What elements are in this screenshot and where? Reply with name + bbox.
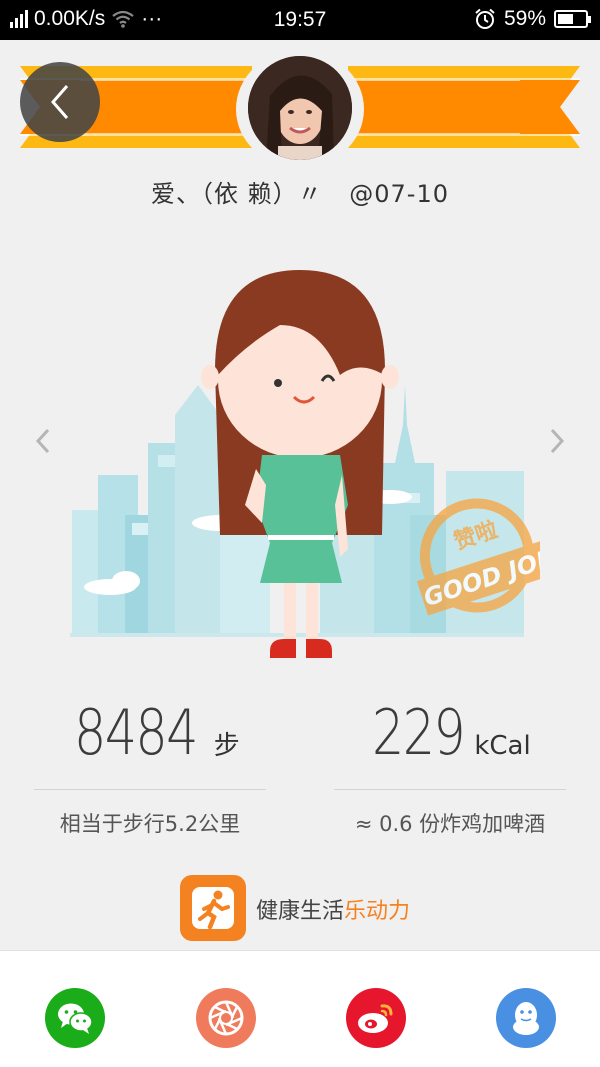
user-info: 爱、（依 赖）〃 @07-10 bbox=[0, 174, 600, 209]
brand-text-accent: 乐动力 bbox=[344, 899, 411, 924]
calories-divider bbox=[334, 789, 566, 790]
chevron-right-icon bbox=[550, 428, 565, 454]
battery-icon bbox=[554, 10, 591, 28]
app-logo bbox=[180, 875, 246, 941]
calories-description: ≈ 0.6 份炸鸡加啤酒 bbox=[354, 812, 546, 836]
alarm-icon bbox=[475, 8, 495, 29]
share-qq-button[interactable] bbox=[496, 988, 556, 1048]
running-man-icon bbox=[192, 887, 234, 930]
steps-unit: 步 bbox=[213, 731, 240, 761]
wechat-icon bbox=[58, 1003, 93, 1034]
brand-text-main: 健康生活 bbox=[256, 899, 345, 924]
username: 爱、（依 赖）〃 bbox=[150, 180, 323, 208]
aperture-icon bbox=[208, 1000, 244, 1036]
battery-fill bbox=[558, 14, 574, 24]
battery-percent: 59% bbox=[503, 7, 546, 30]
brand-slogan: 健康生活乐动力 bbox=[256, 893, 410, 925]
status-bar: 0.00K/s ··· 19:57 59% bbox=[0, 0, 600, 40]
share-wechat-button[interactable] bbox=[45, 988, 105, 1048]
steps-divider bbox=[34, 789, 266, 790]
share-moments-button[interactable] bbox=[196, 988, 256, 1048]
calories-unit: kCal bbox=[474, 731, 531, 761]
date-label: @07-10 bbox=[349, 180, 450, 208]
steps-stat: 8484 步 bbox=[74, 696, 240, 776]
prev-arrow[interactable] bbox=[34, 426, 52, 463]
chevron-left-icon bbox=[51, 85, 69, 119]
back-button[interactable] bbox=[20, 62, 100, 142]
chevron-left-icon bbox=[35, 428, 50, 454]
avatar-photo bbox=[248, 56, 352, 160]
status-right: 59% bbox=[474, 7, 591, 31]
qq-penguin-icon bbox=[513, 1002, 539, 1035]
calories-stat: 229 kCal bbox=[372, 696, 531, 776]
weibo-icon bbox=[358, 1004, 393, 1033]
steps-value: 8484 bbox=[74, 696, 198, 769]
next-arrow[interactable] bbox=[548, 426, 566, 463]
avatar[interactable] bbox=[248, 56, 352, 160]
calories-value: 229 bbox=[372, 696, 466, 769]
steps-description: 相当于步行5.2公里 bbox=[59, 812, 241, 836]
share-weibo-button[interactable] bbox=[346, 988, 406, 1048]
character-scene: 赞啦 GOOD JOB bbox=[70, 270, 540, 658]
